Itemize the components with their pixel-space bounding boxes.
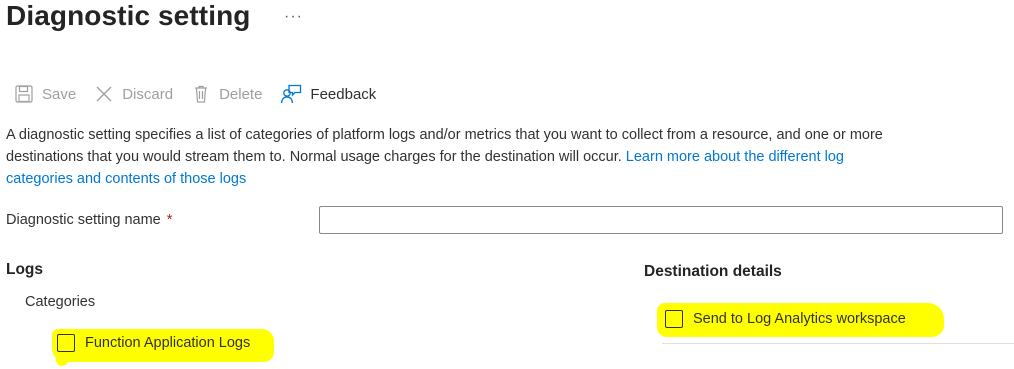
save-label: Save: [42, 85, 77, 103]
log-analytics-checkbox[interactable]: [665, 310, 683, 328]
divider: [662, 343, 1014, 344]
delete-button[interactable]: Delete: [191, 84, 262, 104]
destination-heading: Destination details: [644, 263, 782, 280]
feedback-button[interactable]: Feedback: [280, 84, 376, 104]
delete-label: Delete: [219, 85, 263, 103]
feedback-label: Feedback: [310, 85, 377, 103]
required-marker: *: [166, 212, 173, 228]
function-app-logs-checkbox[interactable]: [57, 334, 75, 352]
command-bar: Save Discard Delete Feedback: [14, 80, 394, 108]
log-analytics-label: Send to Log Analytics workspace: [693, 311, 906, 327]
save-button[interactable]: Save: [14, 84, 76, 104]
setting-name-input[interactable]: [319, 206, 1003, 234]
function-app-logs-label: Function Application Logs: [85, 335, 251, 351]
log-analytics-option[interactable]: Send to Log Analytics workspace: [665, 310, 906, 328]
setting-name-label-text: Diagnostic setting name: [6, 212, 161, 228]
description: A diagnostic setting specifies a list of…: [6, 124, 886, 190]
feedback-icon: [281, 84, 302, 104]
more-options-button[interactable]: ···: [284, 8, 303, 26]
logs-heading: Logs: [6, 261, 44, 278]
discard-button[interactable]: Discard: [94, 84, 173, 104]
function-app-logs-option[interactable]: Function Application Logs: [57, 334, 250, 352]
setting-name-label: Diagnostic setting name *: [6, 212, 172, 228]
highlight-mark: [56, 352, 68, 366]
trash-icon: [195, 85, 208, 103]
page-title: Diagnostic setting: [6, 0, 251, 31]
discard-label: Discard: [122, 85, 174, 103]
close-icon: [96, 86, 112, 102]
categories-label: Categories: [25, 294, 96, 310]
save-icon: [15, 85, 33, 103]
